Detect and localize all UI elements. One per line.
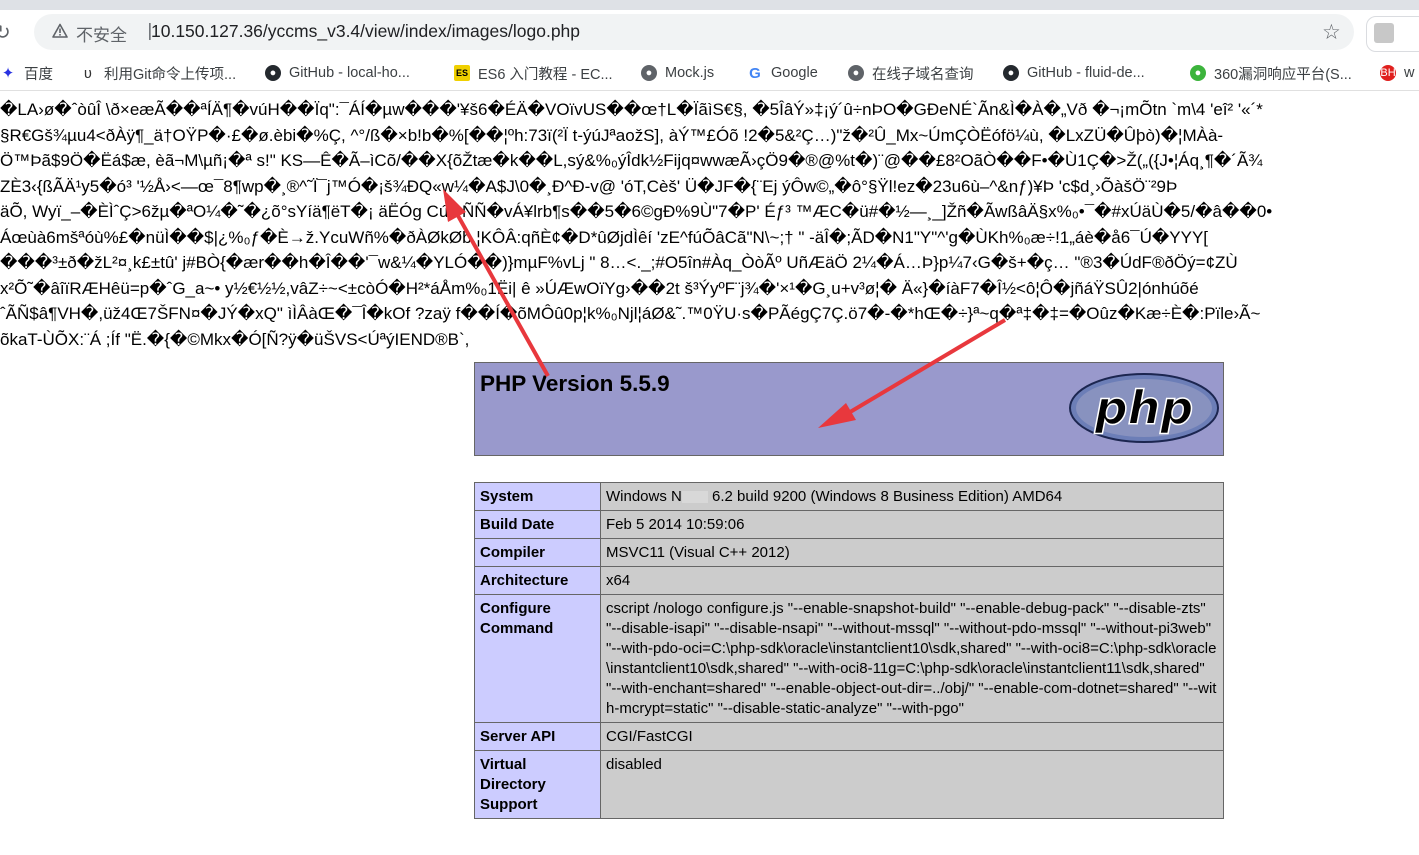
git-user-icon: ʋ xyxy=(83,64,93,82)
info-row: Virtual Directory Support disabled xyxy=(474,750,1224,819)
bookmark-label: 360漏洞响应平台(S... xyxy=(1214,66,1352,83)
bookmark-item[interactable]: ES ES6 入门教程 - EC... xyxy=(454,62,613,84)
info-value: cscript /nologo configure.js "--enable-s… xyxy=(600,594,1224,723)
globe-icon: ● xyxy=(848,65,864,81)
info-key: System xyxy=(474,482,601,511)
baidu-paw-icon: ✦ xyxy=(1,65,15,82)
binary-text-line: ˆÃÑ$â¶VH�,üž4Œ7ŠFN¤�JÝ�xQ" ìÌÂàŒ�¯Î�kOf … xyxy=(0,304,1261,323)
info-value: Feb 5 2014 10:59:06 xyxy=(600,510,1224,539)
google-icon: G xyxy=(749,64,761,82)
info-row: Server API CGI/FastCGI xyxy=(474,722,1224,751)
binary-text-line: �LA›ø�ˆòûÎ \ð×eæÃ��ªÍÄ¶�vúH��Ïq":¯ÁÍ�µw�… xyxy=(0,100,1263,119)
security-status-label[interactable]: 不安全 xyxy=(76,21,127,46)
info-row: Configure Command cscript /nologo configu… xyxy=(474,594,1224,723)
tab-strip xyxy=(0,0,1419,10)
info-key: Virtual Directory Support xyxy=(474,750,601,819)
bookmark-label: GitHub - fluid-de... xyxy=(1027,65,1145,81)
redacted-blur xyxy=(681,491,708,504)
php-logo-icon: php xyxy=(1069,373,1219,443)
star-icon[interactable]: ☆ xyxy=(1322,20,1341,44)
binary-text-line: ZÈ3‹{ßÃÄ¹y5�ó³ '½Å›<—œ¯8¶wp�¸®^˜Ï¯j™Ó�¡š… xyxy=(0,176,1178,196)
binary-text-line: §R€Gš¾µu4<ðÀÿ¶_ä†OŸP�·£�ø.èbi�%Ç, ^°/ß�×… xyxy=(0,125,1224,145)
bookmark-item[interactable]: G Google xyxy=(747,62,818,84)
bookmark-label: w xyxy=(1404,65,1415,81)
bh-icon: BH xyxy=(1380,65,1396,81)
bookmark-label: 利用Git命令上传项... xyxy=(104,66,237,83)
info-value: Windows N 6.2 build 9200 (Windows 8 Busi… xyxy=(600,482,1224,511)
info-key: Compiler xyxy=(474,538,601,567)
bookmark-label: ES6 入门教程 - EC... xyxy=(478,66,613,83)
info-key: Configure Command xyxy=(474,594,601,723)
github-icon: ● xyxy=(1003,65,1019,81)
es-icon: ES xyxy=(454,65,470,81)
reload-icon[interactable]: ↻ xyxy=(0,20,16,44)
info-value-prefix: Windows N xyxy=(606,488,682,505)
360-icon: ● xyxy=(1190,65,1206,81)
info-row: Architecture x64 xyxy=(474,566,1224,595)
binary-text-line: äÕ, Wyï_–�ÈÌˆÇ>6žµ�ªO¼�˜�¿õ°sYíä¶ëT�¡ äË… xyxy=(0,202,1273,221)
info-value: CGI/FastCGI xyxy=(600,722,1224,751)
binary-text-line: Ö™Þã$9Ö�Ëá$æ, èã¬M\µñ¡�ª s!" KS—Ê�Ã–ìCõ/… xyxy=(0,151,1263,170)
bookmark-label: Mock.js xyxy=(665,65,715,81)
bookmark-label: 百度 xyxy=(24,66,53,83)
php-logo-text: php xyxy=(1094,381,1194,435)
info-row: Build Date Feb 5 2014 10:59:06 xyxy=(474,510,1224,539)
bookmark-item[interactable]: ✦ 百度 xyxy=(0,62,53,84)
info-row: Compiler MSVC11 (Visual C++ 2012) xyxy=(474,538,1224,567)
info-key: Build Date xyxy=(474,510,601,539)
binary-text-output: �LA›ø�ˆòûÎ \ð×eæÃ��ªÍÄ¶�vúH��Ïq":¯ÁÍ�µw�… xyxy=(0,82,1419,362)
info-value: disabled xyxy=(600,750,1224,819)
bookmark-label: GitHub - local-ho... xyxy=(289,65,410,81)
info-value: x64 xyxy=(600,566,1224,595)
bookmark-item[interactable]: BH w xyxy=(1380,62,1414,84)
info-key: Architecture xyxy=(474,566,601,595)
extension-icon xyxy=(1374,23,1394,43)
bookmark-label: Google xyxy=(771,65,818,81)
binary-text-line: x²Õ˜�âîïRÆHêü=p�ˆG_a~• y½€½½,vâZ÷~<±còÓ�… xyxy=(0,278,1199,298)
bookmark-item[interactable]: ● 在线子域名查询 xyxy=(848,62,974,84)
info-value-suffix: 6.2 build 9200 (Windows 8 Business Editi… xyxy=(707,488,1063,505)
bookmark-label: 在线子域名查询 xyxy=(872,66,974,83)
phpinfo-header: PHP Version 5.5.9 php xyxy=(474,362,1224,456)
bookmark-item[interactable]: ● Mock.js xyxy=(641,62,714,84)
phpinfo-table: System Windows N 6.2 build 9200 (Windows … xyxy=(474,482,1224,819)
address-bar[interactable]: 不安全 | 10.150.127.36/yccms_v3.4/view/inde… xyxy=(34,14,1354,50)
info-key: Server API xyxy=(474,722,601,751)
bookmark-item[interactable]: ● GitHub - fluid-de... xyxy=(1003,62,1145,84)
php-version-title: PHP Version 5.5.9 xyxy=(480,371,670,396)
bookmark-item[interactable]: ● 360漏洞响应平台(S... xyxy=(1190,62,1352,84)
address-row: ↻ 不安全 | 10.150.127.36/yccms_v3.4/view/in… xyxy=(0,10,1419,54)
bookmark-item[interactable]: ● GitHub - local-ho... xyxy=(265,62,410,84)
binary-text-line: õkaT-ÙÕX:¨Á ;Íf "Ë.�{�©Mkx�Ó[Ñ?ÿ�üŠVS<Úª… xyxy=(0,329,470,349)
globe-icon: ● xyxy=(641,65,657,81)
github-icon: ● xyxy=(265,65,281,81)
info-row: System Windows N 6.2 build 9200 (Windows … xyxy=(474,482,1224,511)
url-text[interactable]: 10.150.127.36/yccms_v3.4/view/index/imag… xyxy=(151,21,580,42)
bookmark-item[interactable]: ʋ 利用Git命令上传项... xyxy=(80,62,236,84)
binary-text-line: Áœùà6mšªóù%£�nüÌ��$|¿%₀ƒ�È→ž.YcuWñ%�ðÀØk… xyxy=(0,227,1209,247)
binary-text-line: ���³±ð�žL²¤¸k£±tû' j#BÒ{�ær��h�Î��'¯w&¼�… xyxy=(0,253,1238,272)
warning-icon[interactable] xyxy=(52,23,68,39)
info-value: MSVC11 (Visual C++ 2012) xyxy=(600,538,1224,567)
extension-button[interactable] xyxy=(1366,16,1419,52)
